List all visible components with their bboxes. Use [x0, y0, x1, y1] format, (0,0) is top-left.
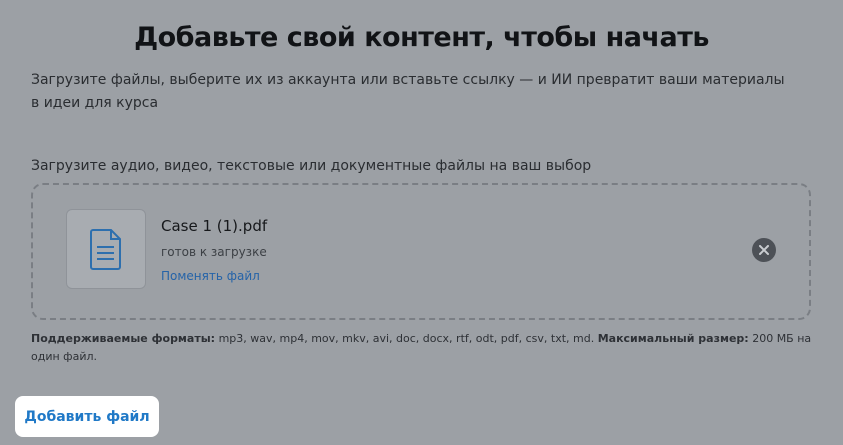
supported-formats-note: Поддерживаемые форматы: mp3, wav, mp4, m…	[31, 330, 821, 366]
remove-file-button[interactable]	[752, 238, 776, 262]
file-dropzone[interactable]: Case 1 (1).pdf готов к загрузке Поменять…	[31, 183, 811, 320]
file-thumbnail	[66, 209, 146, 289]
add-file-button[interactable]: Добавить файл	[15, 396, 159, 437]
page-title: Добавьте свой контент, чтобы начать	[134, 22, 709, 53]
close-icon	[759, 245, 769, 255]
supported-formats-label: Поддерживаемые форматы:	[31, 332, 216, 345]
file-name: Case 1 (1).pdf	[161, 217, 268, 235]
change-file-link[interactable]: Поменять файл	[161, 269, 260, 283]
page-subtitle: Загрузите файлы, выберите их из аккаунта…	[31, 72, 785, 111]
supported-formats-list: mp3, wav, mp4, mov, mkv, avi, doc, docx,…	[215, 332, 598, 345]
file-status: готов к загрузке	[161, 245, 267, 259]
upload-instructions: Загрузите аудио, видео, текстовые или до…	[31, 158, 592, 174]
document-icon	[90, 229, 121, 270]
max-size-label: Максимальный размер:	[597, 332, 749, 345]
